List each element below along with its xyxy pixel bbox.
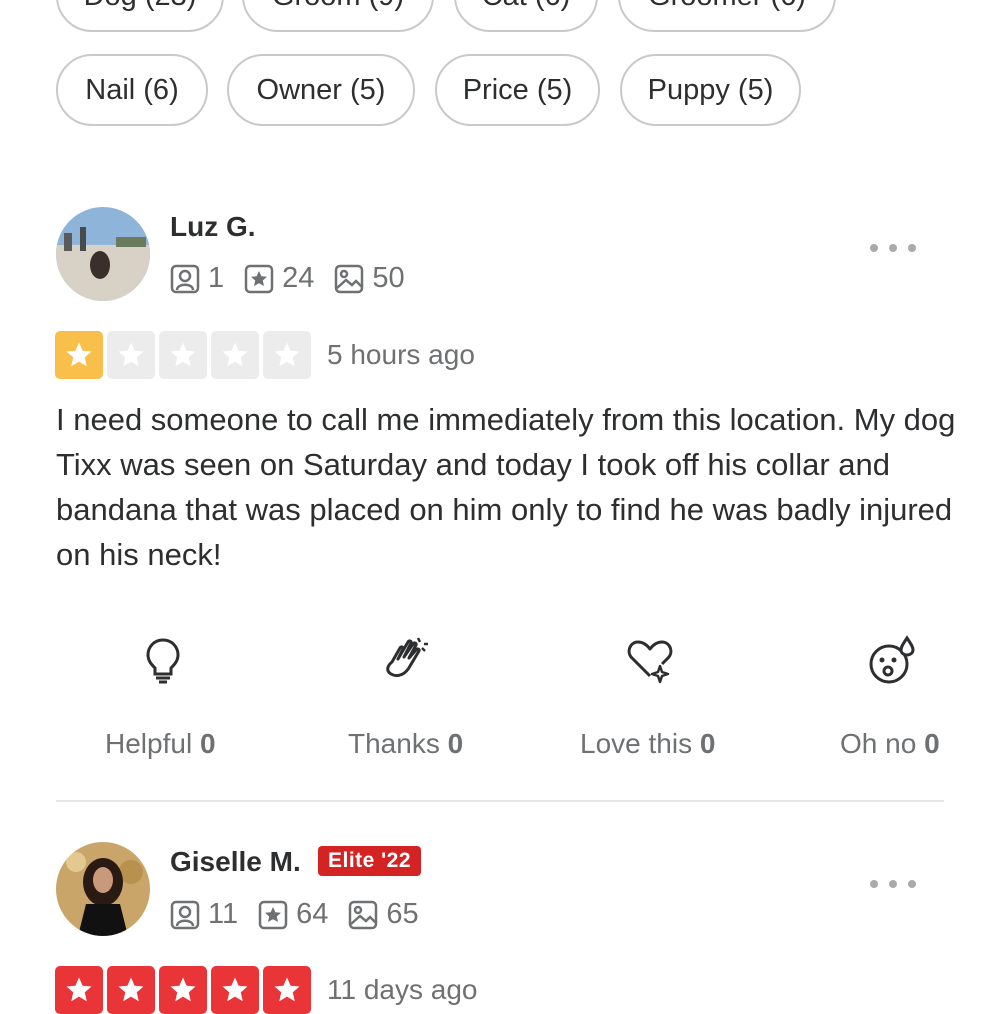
star-icon [263, 966, 311, 1014]
filter-pill-cat[interactable]: Cat (6) [454, 0, 598, 32]
thanks-label: Thanks 0 [348, 728, 464, 759]
avatar[interactable] [56, 842, 150, 936]
reviewer-stats: 1 24 50 [170, 262, 425, 295]
star-icon [55, 331, 103, 379]
reviews-icon [244, 264, 274, 293]
divider [56, 800, 944, 802]
star-icon [159, 331, 207, 379]
love-this-label: Love this 0 [580, 728, 716, 759]
review-date: 11 days ago [327, 974, 478, 1005]
friends-stat: 11 [170, 898, 238, 931]
review-date: 5 hours ago [327, 339, 475, 370]
reviewer-stats: 11 64 65 [170, 898, 439, 931]
elite-badge: Elite '22 [318, 846, 422, 876]
friends-icon [170, 264, 200, 293]
star-icon [55, 966, 103, 1014]
love-this-button[interactable] [550, 632, 750, 693]
more-dots-icon[interactable] [870, 878, 916, 890]
star-rating [55, 966, 315, 1014]
clapping-hands-icon [386, 637, 428, 678]
star-icon [159, 966, 207, 1014]
friends-icon [170, 900, 200, 929]
reviewer-name[interactable]: Luz G. [170, 211, 256, 243]
photos-stat: 65 [348, 898, 419, 931]
filter-pill-nail[interactable]: Nail (6) [56, 54, 208, 126]
thanks-button[interactable] [306, 632, 506, 693]
photos-icon [335, 264, 364, 293]
filter-pill-price[interactable]: Price (5) [435, 54, 600, 126]
photos-stat: 50 [334, 262, 405, 295]
friends-stat: 1 [170, 262, 224, 295]
star-icon [211, 331, 259, 379]
star-icon [107, 966, 155, 1014]
photos-icon [349, 900, 378, 929]
filter-pill-groom[interactable]: Groom (9) [242, 0, 434, 32]
reviews-stat: 24 [244, 262, 314, 295]
star-icon [211, 966, 259, 1014]
helpful-button[interactable] [63, 632, 263, 693]
star-rating [55, 331, 315, 379]
reviews-icon [258, 900, 288, 929]
reviews-stat: 64 [258, 898, 328, 931]
filter-pill-dog[interactable]: Dog (23) [56, 0, 224, 32]
reviewer-name[interactable]: Giselle M. [170, 846, 301, 878]
avatar[interactable] [56, 207, 150, 301]
oh-no-button[interactable] [791, 632, 991, 693]
review-text: I need someone to call me immediately fr… [56, 402, 956, 572]
surprised-face-icon [869, 635, 915, 684]
oh-no-label: Oh no 0 [840, 728, 940, 759]
heart-sparkle-icon [627, 640, 673, 684]
star-icon [263, 331, 311, 379]
filter-pill-groomer[interactable]: Groomer (6) [618, 0, 836, 32]
helpful-label: Helpful 0 [105, 728, 216, 759]
filter-pill-owner[interactable]: Owner (5) [227, 54, 415, 126]
lightbulb-icon [146, 638, 180, 684]
star-icon [107, 331, 155, 379]
filter-pill-puppy[interactable]: Puppy (5) [620, 54, 801, 126]
more-dots-icon[interactable] [870, 242, 916, 254]
